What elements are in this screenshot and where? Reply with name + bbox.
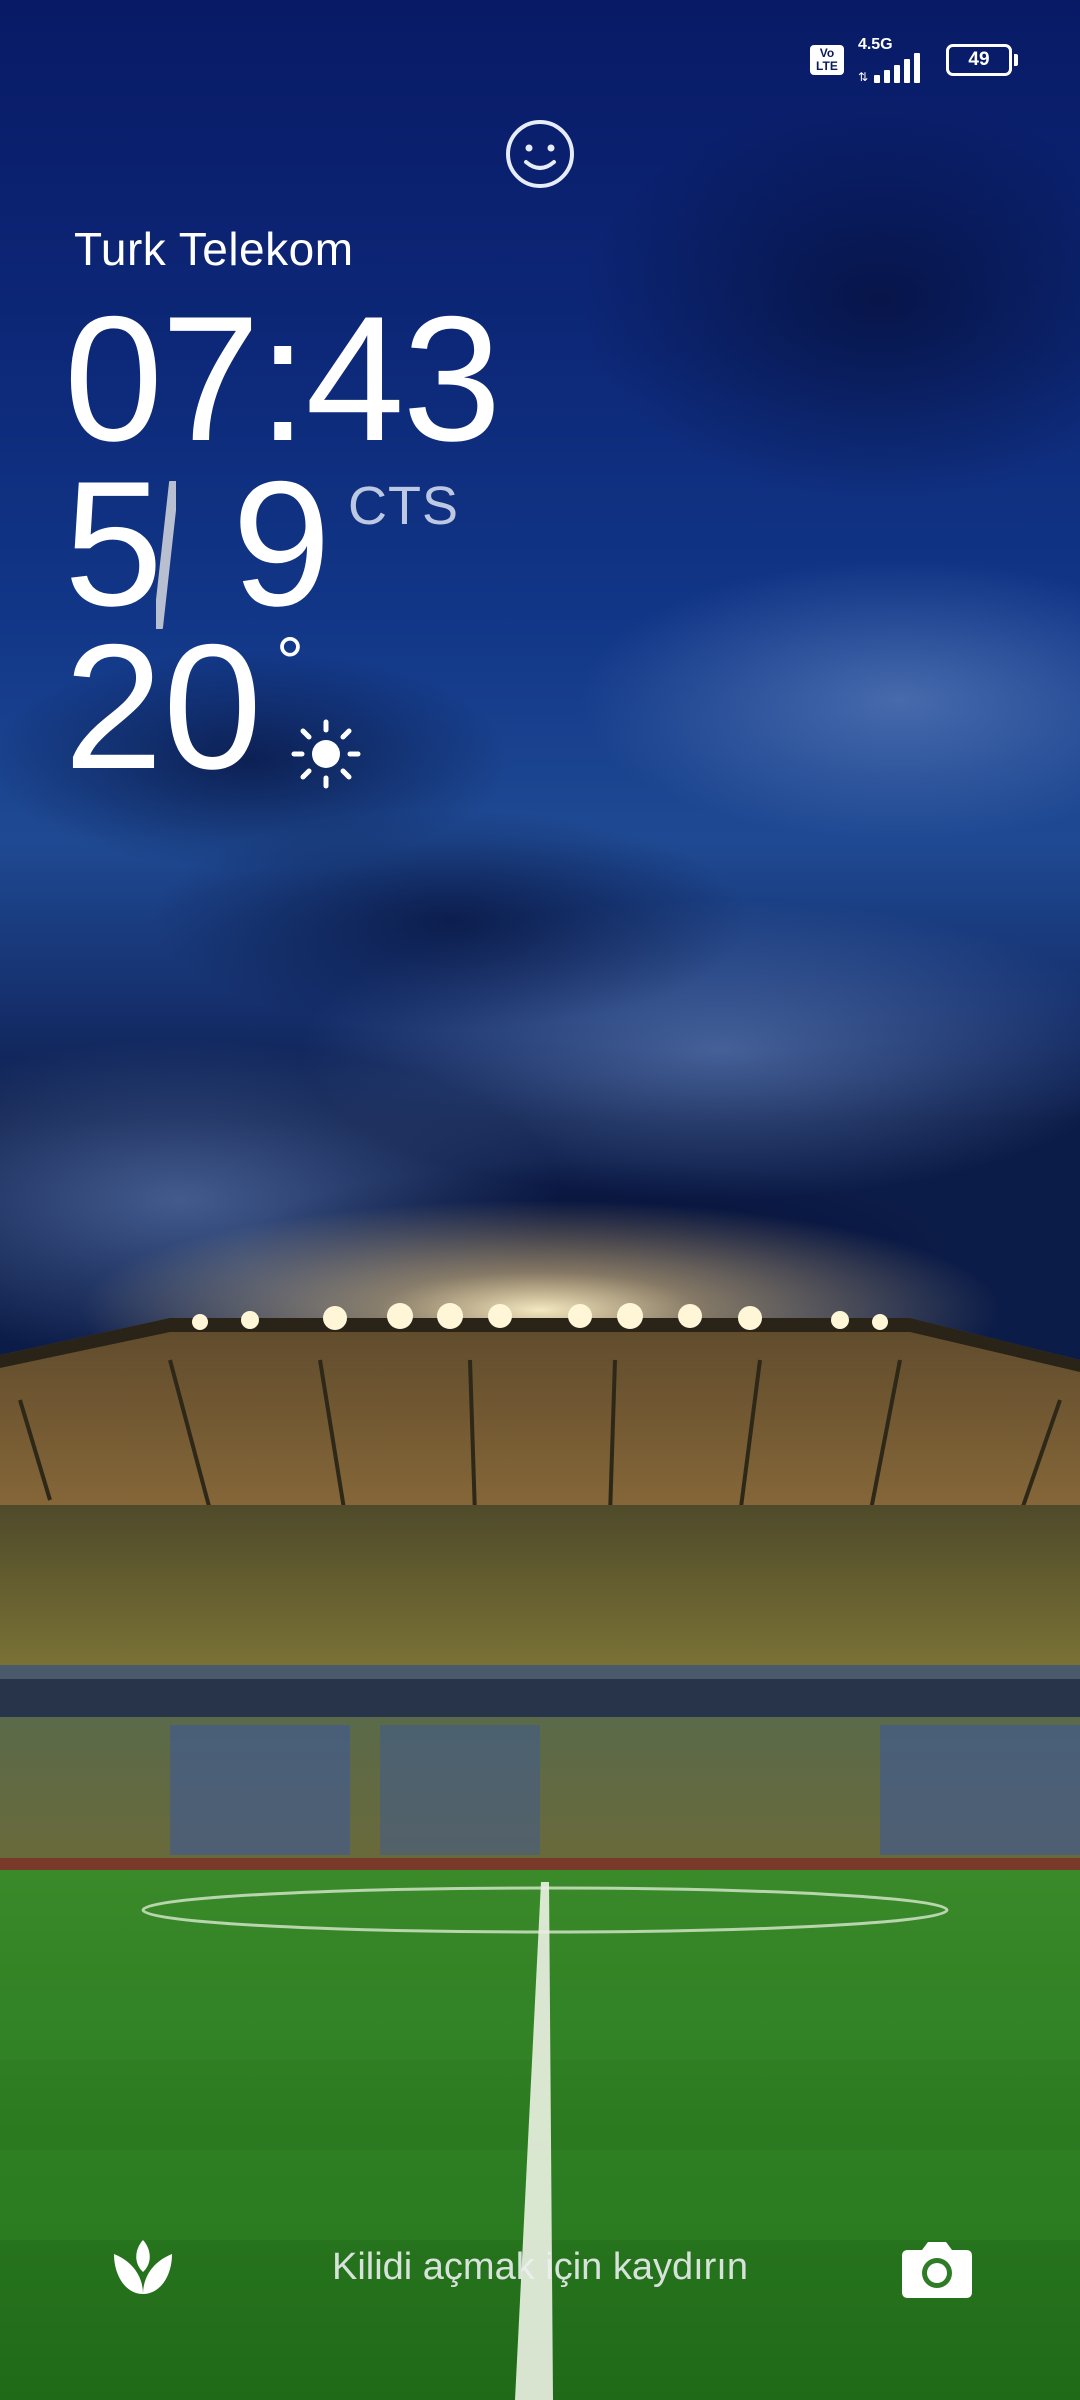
weekday-label: CTS <box>348 476 459 536</box>
network-type: 4.5G <box>857 36 893 53</box>
data-arrows-icon: ⇅ <box>857 70 868 84</box>
signal-bars-icon <box>874 53 920 83</box>
volte-icon: Vo LTE <box>809 45 844 75</box>
battery-icon: 49 <box>946 44 1018 76</box>
lock-clock: 07:43 <box>64 279 501 478</box>
lock-bottom-bar: Kilidi açmak için kaydırın <box>0 2220 1080 2340</box>
temperature-value: 20 <box>64 607 262 806</box>
status-bar: Vo LTE 4.5G ⇅ 49 <box>809 36 1018 84</box>
camera-icon[interactable] <box>900 2236 974 2300</box>
volte-label-bottom: LTE <box>816 59 838 73</box>
sun-icon <box>291 719 361 789</box>
battery-level: 49 <box>968 49 990 70</box>
temperature-unit: ° <box>276 623 304 701</box>
carrier-name: Turk Telekom <box>74 223 354 275</box>
face-unlock-icon[interactable] <box>504 118 576 190</box>
network-indicator: 4.5G ⇅ <box>858 37 920 83</box>
lock-screen[interactable]: Vo LTE 4.5G ⇅ 49 Turk Telekom 07:43 5 9 … <box>0 0 1080 2400</box>
